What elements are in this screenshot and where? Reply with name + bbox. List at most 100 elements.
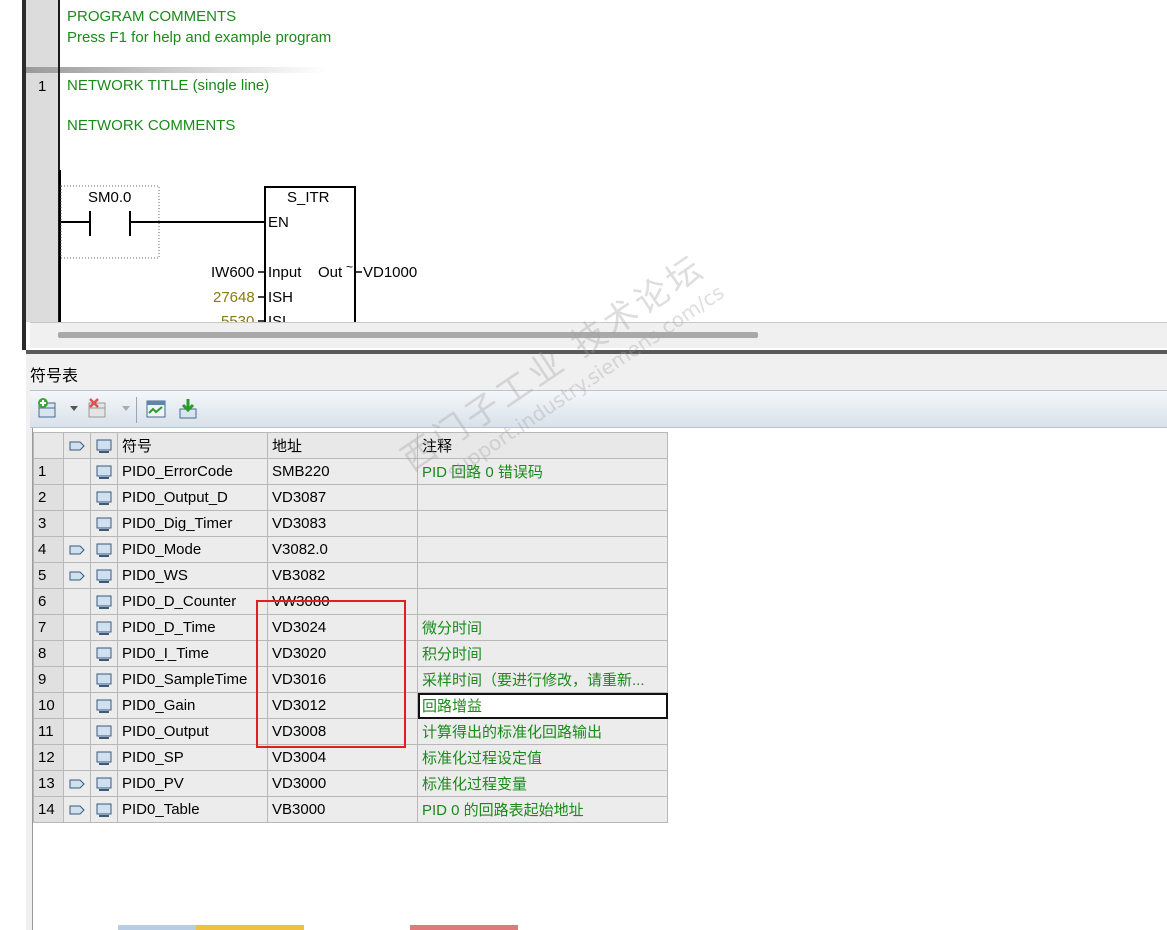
- warning-icon: [69, 805, 85, 815]
- symbol-cell[interactable]: PID0_Mode: [117, 536, 268, 563]
- header-comment[interactable]: 注释: [417, 432, 668, 459]
- comment-cell[interactable]: [417, 588, 668, 615]
- symbol-state-icon: [96, 673, 112, 688]
- table-row[interactable]: 13 PID0_PV VD3000 标准化过程变量: [33, 770, 668, 797]
- row-warn-cell: [63, 692, 91, 719]
- table-row[interactable]: 14 PID0_Table VB3000 PID 0 的回路表起始地址: [33, 796, 668, 823]
- row-number[interactable]: 1: [33, 458, 64, 485]
- table-row[interactable]: 3 PID0_Dig_Timer VD3083: [33, 510, 668, 537]
- bottom-tabs-strip[interactable]: [118, 925, 518, 930]
- row-number[interactable]: 10: [33, 692, 64, 719]
- toolbar-separator: [136, 397, 137, 423]
- program-editor[interactable]: PROGRAM COMMENTS Press F1 for help and e…: [0, 0, 1167, 350]
- row-number[interactable]: 4: [33, 536, 64, 563]
- symbol-grid[interactable]: 符号 地址 注释 1 PID0_ErrorCode SMB220 PID 回路 0 错…: [32, 428, 1167, 930]
- symbol-cell[interactable]: PID0_Output_D: [117, 484, 268, 511]
- row-warn-cell: [63, 744, 91, 771]
- row-number[interactable]: 14: [33, 796, 64, 823]
- address-cell[interactable]: VD3083: [267, 510, 418, 537]
- address-cell[interactable]: VD3004: [267, 744, 418, 771]
- symbol-cell[interactable]: PID0_D_Time: [117, 614, 268, 641]
- comment-cell[interactable]: 标准化过程设定值: [417, 744, 668, 771]
- corner-cell[interactable]: [33, 432, 64, 459]
- address-cell[interactable]: VD3087: [267, 484, 418, 511]
- header-address[interactable]: 地址: [267, 432, 418, 459]
- symbol-cell[interactable]: PID0_SampleTime: [117, 666, 268, 693]
- row-status-cell: [90, 692, 118, 719]
- row-warn-cell: [63, 796, 91, 823]
- comment-cell[interactable]: 标准化过程变量: [417, 770, 668, 797]
- pin-ish: ISH: [268, 289, 294, 306]
- ladder-diagram[interactable]: SM0.0 S_ITR EN Input Out ~ ISH ISL IW600…: [0, 0, 1167, 322]
- row-warn-cell: [63, 536, 91, 563]
- symbol-state-icon: [96, 569, 112, 584]
- add-dropdown-arrow-icon[interactable]: [70, 406, 78, 411]
- symbol-state-icon: [96, 439, 112, 454]
- symbol-cell[interactable]: PID0_ErrorCode: [117, 458, 268, 485]
- address-cell[interactable]: VB3082: [267, 562, 418, 589]
- row-number[interactable]: 5: [33, 562, 64, 589]
- row-status-cell: [90, 484, 118, 511]
- row-number[interactable]: 13: [33, 770, 64, 797]
- row-status-cell: [90, 718, 118, 745]
- comment-cell[interactable]: 微分时间: [417, 614, 668, 641]
- warning-icon: [69, 571, 85, 581]
- output-operand[interactable]: VD1000: [363, 264, 417, 281]
- symbol-cell[interactable]: PID0_Dig_Timer: [117, 510, 268, 537]
- isl-value[interactable]: 5530: [221, 313, 254, 322]
- table-row[interactable]: 1 PID0_ErrorCode SMB220 PID 回路 0 错误码: [33, 458, 668, 485]
- header-symbol[interactable]: 符号: [117, 432, 268, 459]
- tab-indicator-1: [118, 925, 196, 930]
- delete-row-icon[interactable]: [86, 397, 110, 421]
- row-number[interactable]: 8: [33, 640, 64, 667]
- table-row[interactable]: 4 PID0_Mode V3082.0: [33, 536, 668, 563]
- import-icon[interactable]: [176, 397, 200, 421]
- comment-cell[interactable]: [417, 510, 668, 537]
- comment-cell[interactable]: 计算得出的标准化回路输出: [417, 718, 668, 745]
- row-status-cell: [90, 510, 118, 537]
- header-warn-col: [63, 432, 91, 459]
- table-row[interactable]: 12 PID0_SP VD3004 标准化过程设定值: [33, 744, 668, 771]
- pin-en: EN: [268, 214, 289, 231]
- row-number[interactable]: 9: [33, 666, 64, 693]
- horizontal-scrollbar[interactable]: [30, 322, 1167, 348]
- ish-value[interactable]: 27648: [213, 289, 255, 306]
- symbol-cell[interactable]: PID0_I_Time: [117, 640, 268, 667]
- row-number[interactable]: 12: [33, 744, 64, 771]
- symbol-cell[interactable]: PID0_Gain: [117, 692, 268, 719]
- add-row-icon[interactable]: [36, 397, 60, 421]
- comment-cell[interactable]: 积分时间: [417, 640, 668, 667]
- address-cell[interactable]: SMB220: [267, 458, 418, 485]
- table-row[interactable]: 2 PID0_Output_D VD3087: [33, 484, 668, 511]
- symbol-state-icon: [96, 595, 112, 610]
- comment-cell[interactable]: 采样时间（要进行修改，请重新...: [417, 666, 668, 693]
- address-cell[interactable]: VD3000: [267, 770, 418, 797]
- symbol-cell[interactable]: PID0_PV: [117, 770, 268, 797]
- row-number[interactable]: 11: [33, 718, 64, 745]
- comment-cell[interactable]: 回路增益: [417, 692, 668, 719]
- create-table-icon[interactable]: [144, 397, 168, 421]
- comment-cell[interactable]: PID 0 的回路表起始地址: [417, 796, 668, 823]
- row-number[interactable]: 7: [33, 614, 64, 641]
- ladder-graphics: [60, 185, 362, 322]
- row-number[interactable]: 2: [33, 484, 64, 511]
- symbol-cell[interactable]: PID0_SP: [117, 744, 268, 771]
- comment-cell[interactable]: [417, 562, 668, 589]
- symbol-cell[interactable]: PID0_Output: [117, 718, 268, 745]
- table-row[interactable]: 5 PID0_WS VB3082: [33, 562, 668, 589]
- address-cell[interactable]: V3082.0: [267, 536, 418, 563]
- comment-cell[interactable]: PID 回路 0 错误码: [417, 458, 668, 485]
- symbol-cell[interactable]: PID0_Table: [117, 796, 268, 823]
- input-operand[interactable]: IW600: [211, 264, 254, 281]
- row-status-cell: [90, 640, 118, 667]
- symbol-cell[interactable]: PID0_WS: [117, 562, 268, 589]
- comment-cell[interactable]: [417, 536, 668, 563]
- header-status-col: [90, 432, 118, 459]
- address-cell[interactable]: VB3000: [267, 796, 418, 823]
- scrollbar-thumb[interactable]: [58, 332, 758, 338]
- symbol-cell[interactable]: PID0_D_Counter: [117, 588, 268, 615]
- comment-cell[interactable]: [417, 484, 668, 511]
- pin-isl: ISL: [268, 313, 291, 322]
- row-number[interactable]: 6: [33, 588, 64, 615]
- row-number[interactable]: 3: [33, 510, 64, 537]
